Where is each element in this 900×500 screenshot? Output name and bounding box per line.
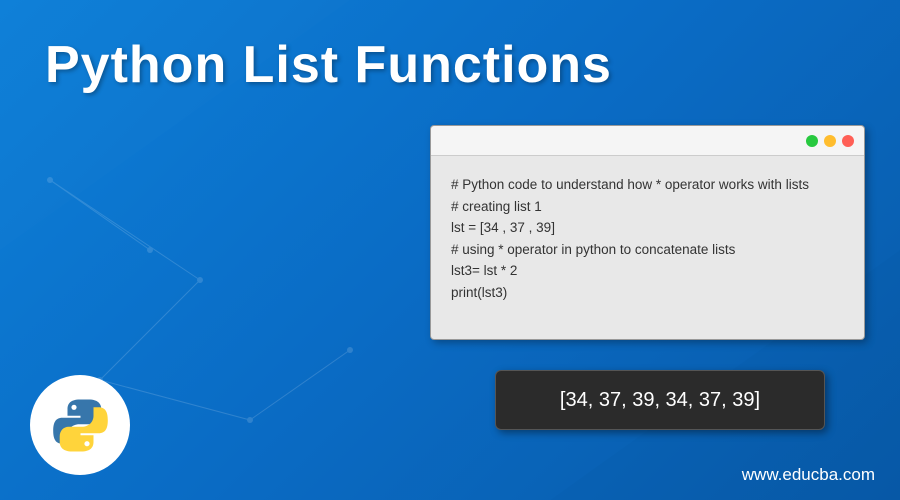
code-line: lst3= lst * 2 (451, 260, 844, 282)
python-logo-container (30, 375, 130, 475)
window-header (431, 126, 864, 156)
window-control-minimize-icon (806, 135, 818, 147)
output-box: [34, 37, 39, 34, 37, 39] (495, 370, 825, 430)
code-line: # using * operator in python to concaten… (451, 239, 844, 261)
page-title: Python List Functions (45, 35, 612, 95)
website-url: www.educba.com (742, 465, 875, 485)
output-text: [34, 37, 39, 34, 37, 39] (560, 389, 760, 412)
python-logo-icon (48, 393, 113, 458)
window-control-close-icon (842, 135, 854, 147)
code-line: print(lst3) (451, 282, 844, 304)
code-line: # creating list 1 (451, 196, 844, 218)
code-window: # Python code to understand how * operat… (430, 125, 865, 340)
code-line: lst = [34 , 37 , 39] (451, 217, 844, 239)
code-line: # Python code to understand how * operat… (451, 174, 844, 196)
window-control-maximize-icon (824, 135, 836, 147)
code-content: # Python code to understand how * operat… (431, 156, 864, 322)
